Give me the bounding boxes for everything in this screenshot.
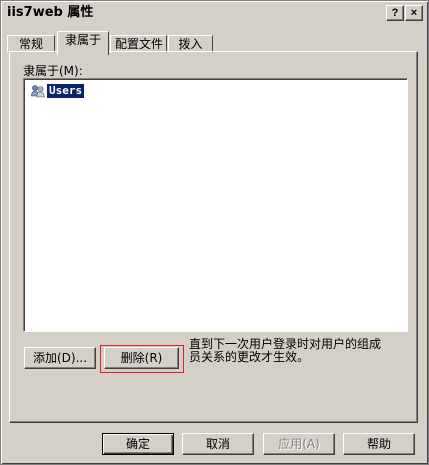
close-button[interactable]: × [405,5,423,21]
tab-member-of[interactable]: 隶属于 [57,31,109,55]
properties-dialog: iis7web 属性 ? × 常规 隶属于 配置文件 拨入 隶属于(M): Us… [0,0,429,465]
ok-button[interactable]: 确定 [102,433,174,455]
cancel-button[interactable]: 取消 [182,433,254,455]
help-button[interactable]: ? [386,5,404,21]
member-of-label: 隶属于(M): [23,64,83,78]
member-of-list[interactable]: Users [23,78,408,332]
help-footer-button[interactable]: 帮助 [343,433,415,455]
window-title: iis7web 属性 [7,5,94,20]
highlight-annotation [100,345,184,373]
add-button[interactable]: 添加(D)... [24,347,96,369]
title-bar: iis7web 属性 ? × [3,3,426,23]
list-item[interactable]: Users [30,83,86,99]
group-icon [30,84,46,98]
membership-hint: 直到下一次用户登录时对用户的组成员关系的更改才生效。 [189,337,382,364]
apply-button[interactable]: 应用(A) [263,433,335,455]
list-item-label: Users [45,83,86,99]
